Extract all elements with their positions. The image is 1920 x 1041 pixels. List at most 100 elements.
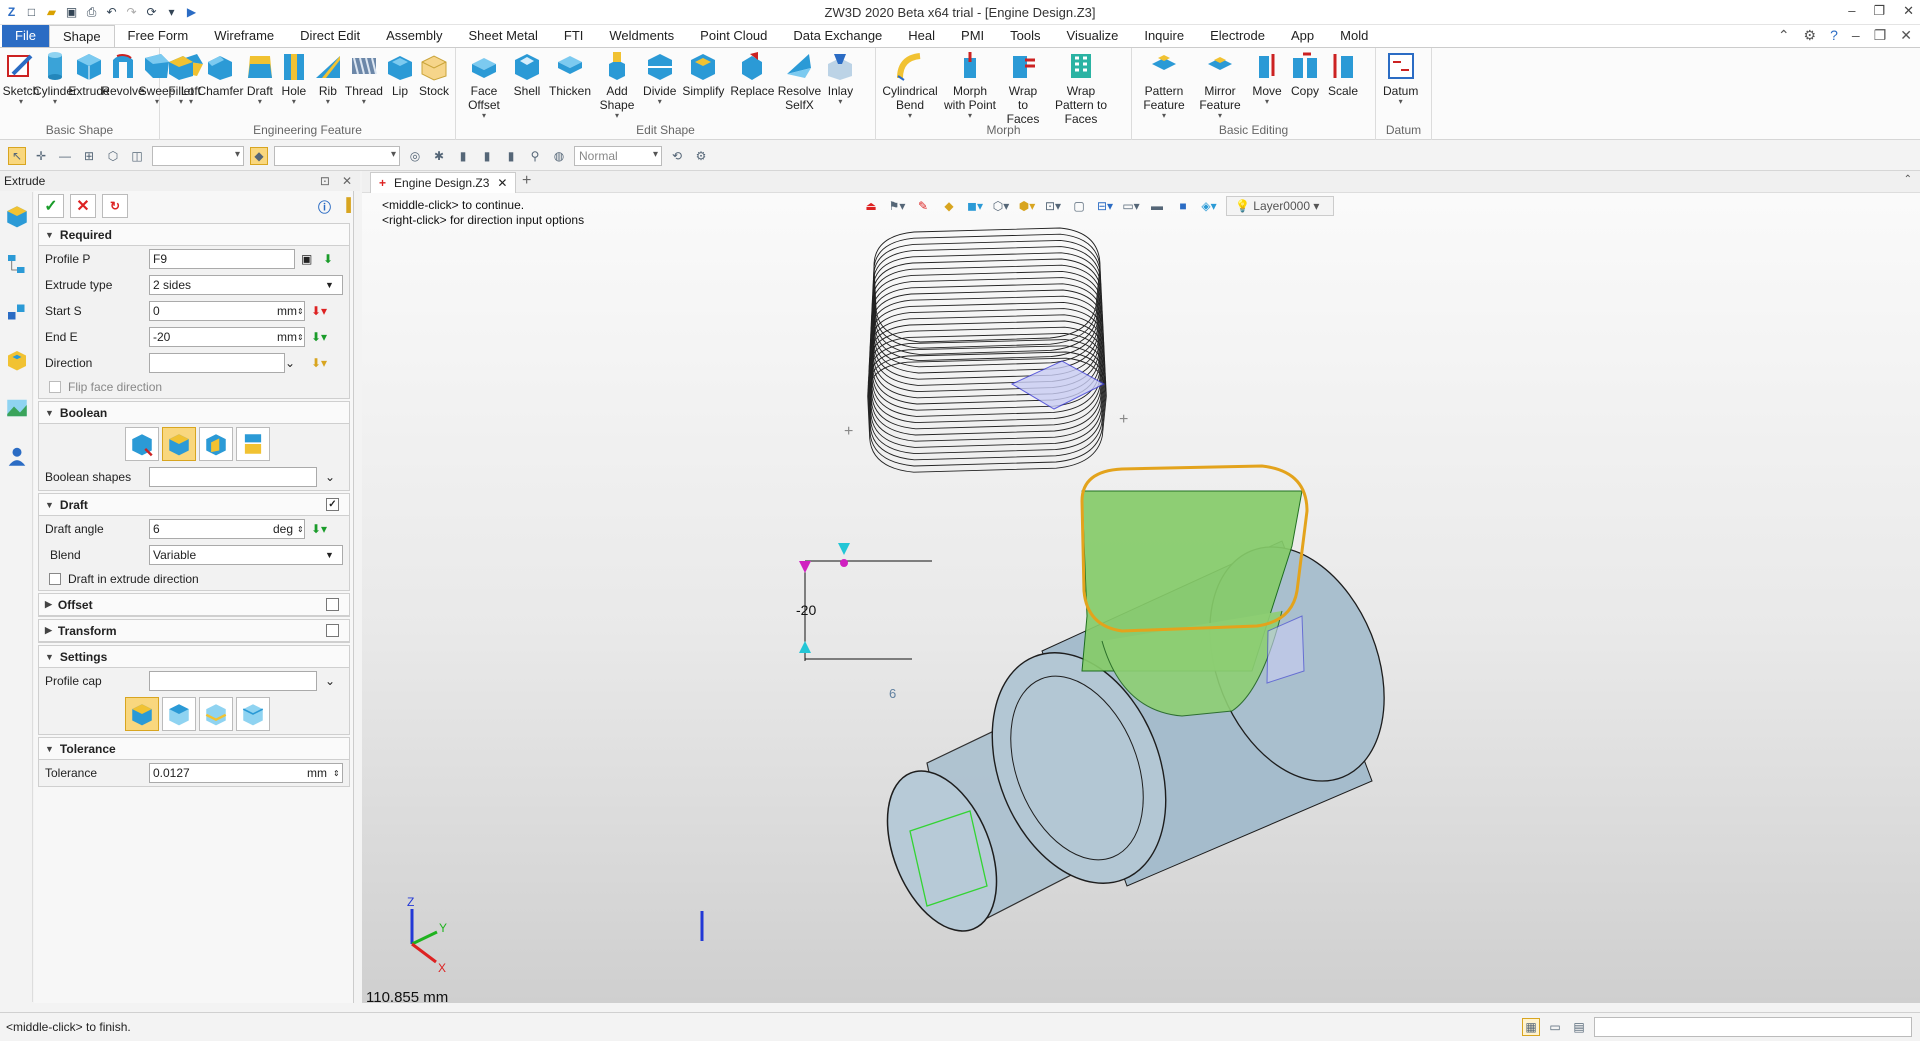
tab-electrode[interactable]: Electrode [1197,25,1278,47]
snap-combo[interactable] [274,145,400,166]
side-user-icon[interactable] [0,432,33,480]
draft-angle-spin-icon[interactable]: ⇕ [297,525,304,534]
draft-angle-option-icon[interactable]: ⬇▾ [311,522,327,536]
cap-none-icon[interactable] [236,697,270,731]
minimize-icon[interactable]: – [1848,3,1855,19]
shape-filter-icon[interactable]: ⬡ [104,147,122,165]
extrude-type-select[interactable]: 2 sides [149,275,343,295]
tab-fti[interactable]: FTI [551,25,597,47]
tab-wireframe[interactable]: Wireframe [201,25,287,47]
profile-cap-expand-icon[interactable]: ⌄ [325,674,335,688]
redo-icon[interactable]: ↷ [124,5,139,20]
tab-free-form[interactable]: Free Form [115,25,202,47]
info-icon[interactable]: ⓘ [318,197,331,216]
section-settings-header[interactable]: ▼ Settings [39,646,349,668]
layer-stack-icon[interactable]: ◈▾ [1200,197,1218,215]
engine-model[interactable]: -20 6 + + [362,171,1920,1003]
cancel-button[interactable]: ✕ [70,194,96,218]
status-layout-icon[interactable]: ▦ [1522,1018,1540,1036]
flip-face-checkbox[interactable] [49,381,61,393]
bar2-icon[interactable]: ▮ [478,147,496,165]
boolean-remove-icon[interactable] [199,427,233,461]
close-tab-icon[interactable]: ✕ [497,176,507,190]
shade-icon[interactable]: ✱ [430,147,448,165]
status-input[interactable] [1594,1017,1912,1037]
tab-visualize[interactable]: Visualize [1054,25,1132,47]
profile-pick-icon[interactable]: ▣ [301,252,312,266]
offset-enable-checkbox[interactable] [326,598,339,611]
point-filter-icon[interactable]: ⊞ [80,147,98,165]
customize-arrow-icon[interactable]: ▾ [164,5,179,20]
open-folder-icon[interactable]: ▰ [44,5,59,20]
color-cube-icon[interactable]: ⬢▾ [1018,197,1036,215]
restore-icon[interactable]: ❐ [1873,3,1885,19]
blend-arrow-icon[interactable]: ▼ [325,550,334,560]
history-filter-icon[interactable]: ◫ [128,147,146,165]
ok-button[interactable]: ✓ [38,194,64,218]
panel-scroll-icon[interactable]: ▐ [342,197,351,212]
display-icon[interactable]: ▭▾ [1122,197,1140,215]
direction-input[interactable] [149,353,285,373]
zoom-fit-icon[interactable]: ⊡▾ [1044,197,1062,215]
tab-direct-edit[interactable]: Direct Edit [287,25,373,47]
render-mode-combo[interactable]: Normal [574,145,662,166]
tab-file[interactable]: File [2,25,49,47]
grid-icon[interactable]: ◎ [406,147,424,165]
side-tree-icon[interactable] [0,240,33,288]
extrude-dimension-label[interactable]: -20 [796,602,816,618]
cap-end-icon[interactable] [199,697,233,731]
tab-data-exchange[interactable]: Data Exchange [780,25,895,47]
pick-filter-icon[interactable]: ✛ [32,147,50,165]
tab-list-icon[interactable]: ⌃ [1904,174,1912,185]
undo-icon[interactable]: ↶ [104,5,119,20]
tab-assembly[interactable]: Assembly [373,25,455,47]
tab-inquire[interactable]: Inquire [1131,25,1197,47]
start-spin-icon[interactable]: ⇕ [297,307,304,316]
refresh-icon[interactable]: ⟳ [144,5,159,20]
section-tolerance-header[interactable]: ▼ Tolerance [39,738,349,760]
view-cube-icon[interactable]: ◼▾ [966,197,984,215]
side-history-icon[interactable] [0,192,33,240]
filter-combo[interactable] [152,145,244,166]
boolean-base-icon[interactable] [125,427,159,461]
new-file-icon[interactable]: □ [24,5,39,20]
line-filter-icon[interactable]: — [56,147,74,165]
status-list-icon[interactable]: ▤ [1570,1018,1588,1036]
status-monitor-icon[interactable]: ▭ [1546,1018,1564,1036]
boolean-shapes-expand-icon[interactable]: ⌄ [325,470,335,484]
tab-sheet-metal[interactable]: Sheet Metal [456,25,551,47]
boolean-intersect-icon[interactable] [236,427,270,461]
save-icon[interactable]: ▣ [64,5,79,20]
side-image-icon[interactable] [0,384,33,432]
pin-panel-icon[interactable]: ⊡ [320,174,330,188]
minimize-doc-icon[interactable]: – [1852,27,1860,44]
pin-icon[interactable]: ⚲ [526,147,544,165]
snap-icon[interactable]: ◆ [250,146,268,165]
section-boolean-header[interactable]: ▼ Boolean [39,402,349,424]
draft-enable-checkbox[interactable]: ✓ [326,498,339,511]
end-option-icon[interactable]: ⬇▾ [311,330,327,344]
close-panel-icon[interactable]: ✕ [342,174,352,188]
run-icon[interactable]: ▶ [184,5,199,20]
tab-mold[interactable]: Mold [1327,25,1381,47]
side-assembly-icon[interactable] [0,288,33,336]
direction-option-icon[interactable]: ⬇▾ [311,356,327,370]
profile-accept-icon[interactable]: ⬇ [323,252,333,266]
bar1-icon[interactable]: ▮ [454,147,472,165]
draft-angle-dimension[interactable]: 6 [889,686,896,701]
document-tab[interactable]: + Engine Design.Z3 ✕ [370,172,517,193]
extrude-type-arrow-icon[interactable]: ▼ [325,280,334,290]
section-transform-header[interactable]: ▶ Transform [39,620,349,642]
select-arrow-icon[interactable]: ↖ [8,146,26,165]
profile-cap-input[interactable] [149,671,317,691]
section-draft-header[interactable]: ▼ Draft ✓ [39,494,349,516]
collapse-ribbon-icon[interactable]: ⌃ [1778,27,1790,44]
close-doc-icon[interactable]: ✕ [1900,27,1912,44]
settings-gear-icon[interactable]: ⚙ [1804,27,1817,44]
cap-both-icon[interactable] [125,697,159,731]
end-spin-icon[interactable]: ⇕ [297,333,304,342]
exit-icon[interactable]: ⏏ [862,197,880,215]
color-square-icon[interactable]: ■ [1174,197,1192,215]
pencil-icon[interactable]: ✎ [914,197,932,215]
render-icon[interactable]: ◍ [550,147,568,165]
